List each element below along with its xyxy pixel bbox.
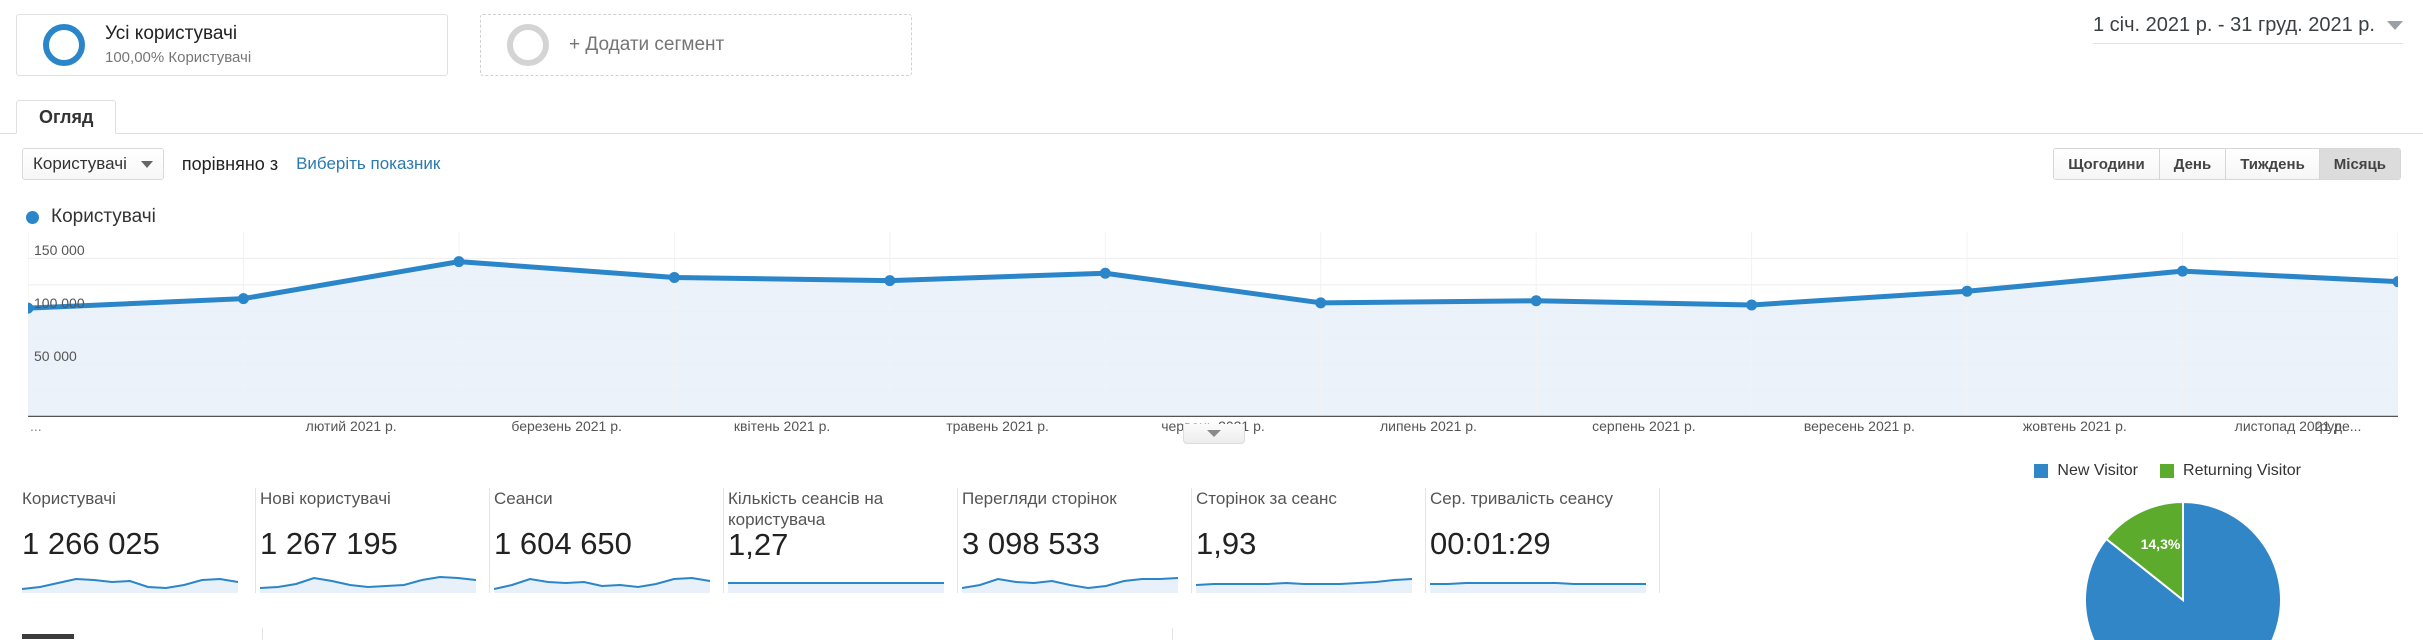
analytics-audience-overview-page: Усі користувачі 100,00% Користувачі + До… [0, 0, 2423, 640]
legend-item-returning-visitor: Returning Visitor [2160, 462, 2301, 480]
metric-card-sparkline [494, 576, 710, 593]
metric-cards: Користувачі 1 266 025 Нові користувачі 1 26… [22, 488, 1660, 593]
metric-card-value: 1,27 [728, 526, 789, 562]
metric-card-title: Перегляди сторінок [962, 489, 1117, 508]
x-axis-label: березень 2021 р. [511, 418, 622, 434]
add-segment-button[interactable]: + Додати сегмент [480, 14, 912, 76]
metric-card-sessions-per-user[interactable]: Кількість сеансів на користувача 1,27 [724, 488, 958, 593]
new-visitor-swatch-icon [2034, 464, 2049, 478]
date-range-picker[interactable]: 1 січ. 2021 р. - 31 груд. 2021 р. [2092, 14, 2403, 44]
x-axis-label: серпень 2021 р. [1592, 418, 1696, 434]
chart-controls: Користувачі порівняно з Виберіть показни… [22, 148, 440, 180]
metric-card-value: 1,93 [1196, 526, 1257, 561]
chevron-down-icon [140, 160, 153, 168]
metric-card-sessions[interactable]: Сеанси 1 604 650 [490, 488, 724, 593]
users-line-chart[interactable]: 150 000 100 000 50 000 [28, 232, 2398, 417]
tab-overview-label: Огляд [39, 106, 94, 127]
metric-card-sparkline [260, 575, 476, 593]
metric-card-pageviews[interactable]: Перегляди сторінок 3 098 533 [958, 488, 1192, 593]
granularity-month[interactable]: Місяць [2319, 149, 2400, 179]
y-axis-tick-100000: 100 000 [34, 295, 85, 312]
x-axis-label: квітень 2021 р. [733, 418, 831, 434]
chevron-down-icon [2387, 21, 2403, 30]
segment-title: Усі користувачі [105, 23, 238, 45]
compare-label: порівняно з [181, 153, 279, 174]
x-axis-label: лютий 2021 р. [305, 418, 397, 434]
metric-card-title: Нові користувачі [260, 489, 391, 508]
line-chart-svg [28, 232, 2398, 417]
metric-card-title: Сеанси [494, 489, 553, 508]
legend-item-new-visitor: New Visitor [2034, 462, 2138, 480]
add-segment-label: + Додати сегмент [569, 34, 725, 55]
metric-select-value: Користувачі [33, 154, 127, 173]
pie-slice-percent-label: 14,3% [2140, 536, 2181, 553]
metric-card-value: 3 098 533 [962, 526, 1100, 561]
metric-card-value: 1 267 195 [260, 526, 398, 561]
metric-card-users[interactable]: Користувачі 1 266 025 [22, 488, 256, 593]
add-segment-donut-icon [507, 24, 549, 66]
legend-label-users: Користувачі [51, 206, 156, 227]
metric-card-sparkline [1196, 578, 1412, 593]
x-axis-label: травень 2021 р. [946, 418, 1049, 434]
returning-visitor-swatch-icon [2160, 464, 2175, 478]
granularity-day[interactable]: День [2159, 149, 2227, 179]
bottom-divider [262, 628, 263, 640]
granularity-week-label: Тиждень [2240, 155, 2305, 173]
chart-collapse-handle[interactable] [1183, 424, 1245, 444]
x-axis-label: груде... [2314, 418, 2362, 434]
metric-card-pages-per-session[interactable]: Сторінок за сеанс 1,93 [1192, 488, 1426, 593]
segment-chip-all-users[interactable]: Усі користувачі 100,00% Користувачі [16, 14, 448, 76]
x-axis-label: ... [30, 418, 42, 434]
metric-card-title: Сторінок за сеанс [1196, 489, 1337, 508]
granularity-hourly[interactable]: Щогодини [2054, 149, 2160, 179]
metric-card-sparkline [1430, 582, 1646, 593]
tab-strip: Огляд [0, 100, 2423, 134]
metric-card-sparkline [962, 577, 1178, 593]
metric-card-value: 1 604 650 [494, 526, 632, 561]
metric-card-sparkline [22, 577, 238, 593]
metric-card-avg-session-duration[interactable]: Сер. тривалість сеансу 00:01:29 [1426, 488, 1660, 593]
metric-select[interactable]: Користувачі [22, 148, 164, 180]
select-metric-link[interactable]: Виберіть показник [296, 154, 440, 174]
visitor-type-pie-chart[interactable]: 14,3% [2083, 500, 2283, 640]
bottom-partial-bar [22, 634, 74, 639]
granularity-week[interactable]: Тиждень [2226, 149, 2320, 179]
x-axis-label: жовтень 2021 р. [2022, 418, 2127, 434]
segment-text: Усі користувачі 100,00% Користувачі [105, 23, 251, 67]
legend-label-returning-visitor: Returning Visitor [2183, 462, 2301, 479]
metric-card-new-users[interactable]: Нові користувачі 1 267 195 [256, 488, 490, 593]
metric-card-sparkline [728, 582, 944, 593]
x-axis-label: вересень 2021 р. [1803, 418, 1915, 434]
granularity-month-label: Місяць [2333, 155, 2386, 173]
metric-card-title: Сер. тривалість сеансу [1430, 489, 1614, 508]
legend-dot-icon [26, 210, 39, 224]
x-axis-label: липень 2021 р. [1379, 418, 1477, 434]
y-axis-tick-150000: 150 000 [34, 242, 85, 259]
metric-card-value: 00:01:29 [1430, 526, 1551, 561]
segment-donut-icon [43, 24, 85, 66]
chart-legend: Користувачі [26, 206, 156, 228]
metric-card-title: Кількість сеансів на користувача [728, 489, 884, 530]
metric-card-title: Користувачі [22, 489, 116, 508]
bottom-cutoff-row [22, 628, 2392, 640]
granularity-hourly-label: Щогодини [2068, 155, 2145, 173]
date-range-label: 1 січ. 2021 р. - 31 груд. 2021 р. [2092, 14, 2375, 36]
tab-overview[interactable]: Огляд [16, 100, 117, 134]
y-axis-tick-50000: 50 000 [34, 348, 77, 365]
visitor-type-legend: New Visitor Returning Visitor [2034, 462, 2301, 480]
granularity-day-label: День [2173, 155, 2212, 173]
bottom-divider [1172, 628, 1173, 640]
segment-bar: Усі користувачі 100,00% Користувачі + До… [16, 14, 912, 76]
legend-label-new-visitor: New Visitor [2057, 462, 2139, 479]
granularity-button-group: Щогодини День Тиждень Місяць [2053, 148, 2401, 180]
segment-subtitle: 100,00% Користувачі [105, 48, 252, 66]
pie-chart-svg [2084, 500, 2282, 640]
metric-card-value: 1 266 025 [22, 526, 160, 561]
chevron-down-icon [1207, 430, 1221, 437]
